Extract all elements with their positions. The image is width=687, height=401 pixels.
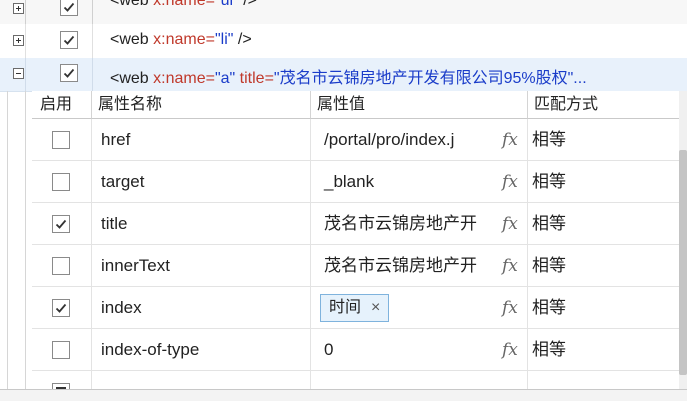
- cell-match-mode[interactable]: 相等: [528, 161, 679, 203]
- checkbox[interactable]: [52, 215, 70, 233]
- checkmark-icon: [55, 303, 67, 313]
- code-line-ul: <web x:name="ul" />: [110, 0, 258, 9]
- checkbox[interactable]: [60, 64, 78, 82]
- tree-header-partial: <web x:name="ul" />: [0, 0, 687, 25]
- header-enable: 启用: [32, 91, 92, 119]
- fx-icon[interactable]: fx: [502, 245, 518, 287]
- cell-match-mode[interactable]: 相等: [528, 287, 679, 329]
- cell-match-mode[interactable]: 相等: [528, 119, 679, 161]
- header-attr-name[interactable]: 属性名称: [92, 91, 311, 119]
- fx-icon[interactable]: fx: [502, 287, 518, 329]
- cell-enable: [32, 161, 92, 203]
- cell-enable: [32, 287, 92, 329]
- collapse-icon[interactable]: [13, 68, 24, 79]
- panel-bottom-border: [0, 389, 687, 401]
- header-attr-value[interactable]: 属性值: [311, 91, 528, 119]
- table-row[interactable]: index-of-type 0 fx 相等: [32, 329, 679, 371]
- cell-enable: [32, 245, 92, 287]
- attr-value-text: 茂名市云锦房地产开: [324, 256, 477, 275]
- col-divider: [92, 58, 93, 91]
- checkmark-icon: [55, 219, 67, 229]
- checkbox[interactable]: [52, 173, 70, 191]
- col-divider: [25, 58, 26, 91]
- code-line-a: <web x:name="a" title="茂名市云锦房地产开发有限公司95%…: [110, 70, 587, 87]
- tree-row-li[interactable]: <web x:name="li" />: [0, 24, 687, 59]
- table-row[interactable]: href /portal/pro/index.j fx 相等: [32, 119, 679, 161]
- fx-icon[interactable]: fx: [502, 119, 518, 161]
- col-divider: [92, 24, 93, 58]
- cell-attr-name: innerText: [92, 245, 311, 287]
- cell-match-mode[interactable]: 相等: [528, 203, 679, 245]
- attr-value-text: 0: [324, 340, 334, 359]
- checkmark-icon: [63, 35, 75, 45]
- fx-icon[interactable]: fx: [502, 329, 518, 371]
- cell-attr-value[interactable]: 茂名市云锦房地产开: [311, 245, 528, 287]
- col-divider: [92, 0, 93, 24]
- cell-match-mode[interactable]: 相等: [528, 329, 679, 371]
- table-row-partial[interactable]: [32, 371, 679, 389]
- checkbox[interactable]: [52, 299, 70, 317]
- checkbox[interactable]: [60, 31, 78, 49]
- header-match-mode[interactable]: 匹配方式: [528, 91, 679, 119]
- checkbox[interactable]: [60, 0, 78, 16]
- checkmark-icon: [63, 68, 75, 78]
- close-icon[interactable]: ×: [371, 299, 380, 316]
- cell-attr-name: href: [92, 119, 311, 161]
- cell-attr-name: index: [92, 287, 311, 329]
- fx-icon[interactable]: fx: [502, 203, 518, 245]
- expand-icon[interactable]: [13, 3, 24, 14]
- tree-guide-line: [7, 91, 8, 400]
- attr-value-text: _blank: [324, 172, 375, 191]
- expand-icon[interactable]: [13, 35, 24, 46]
- cell-attr-name: index-of-type: [92, 329, 311, 371]
- table-row[interactable]: target _blank fx 相等: [32, 161, 679, 203]
- chip-label: 时间: [329, 299, 362, 316]
- fx-icon[interactable]: fx: [502, 161, 518, 203]
- attr-value-text: /portal/pro/index.j: [324, 130, 455, 149]
- cell-attr-value[interactable]: 茂名市云锦房地产开: [311, 203, 528, 245]
- table-row[interactable]: title 茂名市云锦房地产开 fx 相等: [32, 203, 679, 245]
- cell-enable: [32, 203, 92, 245]
- cell-attr-value[interactable]: /portal/pro/index.j: [311, 119, 528, 161]
- table-row[interactable]: innerText 茂名市云锦房地产开 fx 相等: [32, 245, 679, 287]
- cell-match-mode[interactable]: 相等: [528, 245, 679, 287]
- tree-row-a[interactable]: <web x:name="a" title="茂名市云锦房地产开发有限公司95%…: [0, 58, 687, 92]
- code-line-li: <web x:name="li" />: [110, 31, 252, 48]
- cell-attr-name: target: [92, 161, 311, 203]
- col-divider: [91, 371, 92, 389]
- checkbox[interactable]: [52, 257, 70, 275]
- cell-enable: [32, 329, 92, 371]
- cell-enable: [32, 119, 92, 161]
- checkbox[interactable]: [52, 131, 70, 149]
- value-chip[interactable]: 时间 ×: [320, 294, 390, 322]
- cell-attr-value[interactable]: 0: [311, 329, 528, 371]
- attr-value-text: 茂名市云锦房地产开: [324, 214, 477, 233]
- checkmark-icon: [63, 2, 75, 12]
- col-divider: [25, 24, 26, 58]
- cell-attr-name: title: [92, 203, 311, 245]
- col-divider: [25, 0, 26, 24]
- tree-guide-line: [25, 91, 26, 400]
- col-divider: [527, 371, 528, 389]
- col-divider: [310, 371, 311, 389]
- checkbox[interactable]: [52, 341, 70, 359]
- scrollbar-thumb[interactable]: [679, 150, 687, 375]
- table-row[interactable]: index 时间 × fx 相等: [32, 287, 679, 329]
- cell-attr-value[interactable]: _blank: [311, 161, 528, 203]
